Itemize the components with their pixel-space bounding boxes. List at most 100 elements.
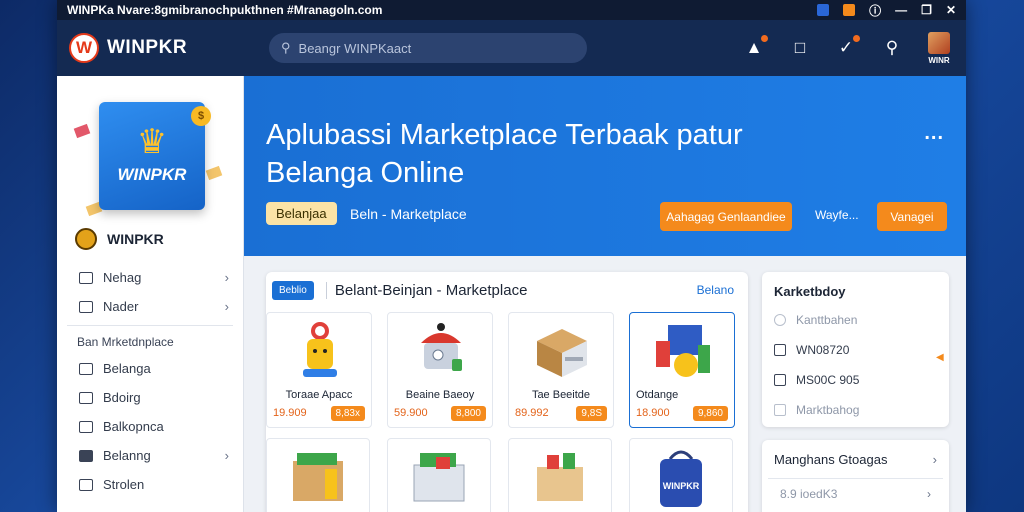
brand[interactable]: W WINPKR (69, 33, 259, 63)
chevron-right-icon: › (224, 448, 229, 463)
cloud-icon (774, 314, 786, 326)
sidebar-item-balkopnca[interactable]: Balkopnca (57, 412, 243, 441)
sidebar-item-nehag[interactable]: Nehag › (57, 263, 243, 292)
search-header-icon[interactable]: ⚲ (882, 38, 902, 58)
hero-subtitle: Beln - Marketplace (350, 206, 467, 222)
window-title: WINPKa Nvare:8gmibranochpukthnen #Mranag… (67, 3, 383, 17)
user-name: WINR (928, 55, 950, 65)
coin-icon: $ (191, 106, 211, 126)
app-blue-icon[interactable] (817, 4, 830, 16)
sidebar: ♛ WINPKR $ WINPKR Nehag › Nader › Ban Mr… (57, 76, 244, 512)
chevron-right-icon: › (224, 270, 229, 285)
right-card-2-header[interactable]: Manghans Gtoagas › (762, 440, 949, 478)
window-square-icon[interactable]: □ (790, 38, 810, 58)
sidebar-app-logo: ♛ WINPKR $ (99, 102, 211, 210)
sidebar-section-title: Ban Mrketdnplace (77, 335, 174, 349)
hero-title-line1: Aplubassi Marketplace Terbaak patur (266, 119, 743, 151)
right-card-2: Manghans Gtoagas › 8.9 ioedK3 › (762, 440, 949, 512)
sidebar-item-label: Balkopnca (103, 419, 164, 434)
info-icon[interactable]: ⓘ (869, 2, 881, 19)
right-row[interactable]: MS00C 905 (762, 365, 949, 395)
close-icon[interactable]: ✕ (946, 3, 956, 17)
document-icon (79, 391, 93, 404)
marketplace-panel: Beblio Belant-Beinjan - Marketplace Bela… (266, 272, 748, 512)
product-card[interactable] (387, 438, 491, 512)
search-icon: ⚲ (281, 40, 291, 55)
divider (67, 325, 233, 326)
brand-name: WINPKR (107, 37, 188, 58)
panel-title: Belant-Beinjan - Marketplace (325, 281, 697, 299)
product-price: 19.909 (273, 407, 307, 419)
right-row[interactable]: WN08720 (762, 335, 949, 365)
open-box-product-icon (537, 453, 583, 501)
card-icon (79, 362, 93, 375)
product-card[interactable]: Beaine Baeoy 59.900 8,800 (387, 312, 493, 428)
crate-product-icon (413, 453, 465, 502)
sidebar-item-label: Nader (103, 299, 139, 314)
product-tag[interactable]: 9,860 (692, 406, 728, 421)
chevron-right-icon: › (927, 486, 931, 501)
pot-product-icon (421, 323, 462, 371)
product-name: Beaine Baeoy (405, 389, 475, 401)
hero-link[interactable]: Wayfe... (815, 208, 859, 222)
restore-icon[interactable]: ❐ (921, 3, 932, 17)
sidebar-item-label: Strolen (103, 477, 145, 492)
product-card[interactable]: Toraae Apacc 19.909 8,83x (266, 312, 372, 428)
product-card[interactable]: Tae Beeitde 89.992 9,8S (508, 312, 614, 428)
sidebar-item-belanga[interactable]: Belanga (57, 354, 243, 383)
product-card[interactable]: WINPKR (629, 438, 733, 512)
right-card-2-title: Manghans Gtoagas (774, 451, 888, 467)
sidebar-item-label: Belanga (103, 361, 151, 376)
panel-link[interactable]: Belano (697, 283, 734, 297)
product-card-selected[interactable]: Otdange 18.900 9,860 (629, 312, 735, 428)
grocery-product-icon (656, 325, 710, 377)
right-card-1: Karketbdoy Kanttbahen WN08720 MS00C 905 … (762, 272, 949, 427)
right-row[interactable]: 8.9 ioedK3 › (768, 478, 943, 508)
search-input[interactable] (298, 40, 559, 56)
product-tag[interactable]: 8,800 (450, 406, 486, 421)
sidebar-item-bdoirg[interactable]: Bdoirg (57, 383, 243, 412)
basket-product-icon (293, 453, 343, 501)
bag-logo-text: WINPKR (663, 481, 700, 491)
chart-icon (79, 449, 93, 462)
right-card-title: Karketbdoy (774, 284, 846, 299)
product-card[interactable] (266, 438, 370, 512)
sidebar-brand[interactable]: WINPKR (75, 228, 164, 250)
minimize-icon[interactable]: — (895, 3, 907, 17)
notification-bell-icon[interactable]: ▲ (744, 35, 768, 58)
hero-primary-button[interactable]: Aahagag Genlaandiee (660, 202, 792, 231)
right-row[interactable]: Marktbahog (762, 395, 949, 425)
more-options-icon[interactable]: ... (924, 122, 944, 145)
user-profile[interactable]: WINR (928, 31, 950, 65)
right-row-label: Marktbahog (796, 403, 860, 417)
sidebar-item-belanng[interactable]: Belanng › (57, 441, 243, 470)
product-card[interactable] (508, 438, 612, 512)
right-row-label: Kanttbahen (796, 313, 858, 327)
product-tag[interactable]: 8,83x (330, 406, 365, 421)
box-product-icon (537, 329, 587, 377)
panel-tag[interactable]: Beblio (272, 280, 314, 300)
receipt-icon (774, 374, 786, 386)
right-row[interactable]: Kanttbahen (762, 305, 949, 335)
hero-banner: Aplubassi Marketplace Terbaak patur Bela… (244, 76, 966, 256)
product-price: 18.900 (636, 407, 670, 419)
right-row-label: 8.9 ioedK3 (780, 486, 838, 501)
app-orange-icon[interactable] (843, 4, 856, 16)
app-header: W WINPKR ⚲ ▲ □ ✓ ⚲ WINR (57, 20, 966, 76)
hero-pill[interactable]: Belanjaa (266, 202, 337, 225)
chevron-right-icon: › (224, 299, 229, 314)
sidebar-item-nader[interactable]: Nader › (57, 292, 243, 321)
hero-secondary-button[interactable]: Vanagei (877, 202, 947, 231)
hero-title-line2: Belanga Online (266, 157, 465, 189)
chevron-right-icon: › (932, 451, 937, 467)
title-bar: WINPKa Nvare:8gmibranochpukthnen #Mranag… (57, 0, 966, 20)
app-window: WINPKa Nvare:8gmibranochpukthnen #Mranag… (57, 0, 966, 512)
sidebar-item-strolen[interactable]: Strolen (57, 470, 243, 499)
search-bar[interactable]: ⚲ (269, 33, 587, 63)
right-row-label: WN08720 (796, 343, 850, 357)
caret-left-icon: ◀ (936, 352, 944, 363)
check-badge-icon[interactable]: ✓ (836, 35, 860, 58)
sidebar-item-label: Belanng (103, 448, 151, 463)
product-tag[interactable]: 9,8S (576, 406, 607, 421)
product-name: Toraae Apacc (285, 389, 353, 401)
